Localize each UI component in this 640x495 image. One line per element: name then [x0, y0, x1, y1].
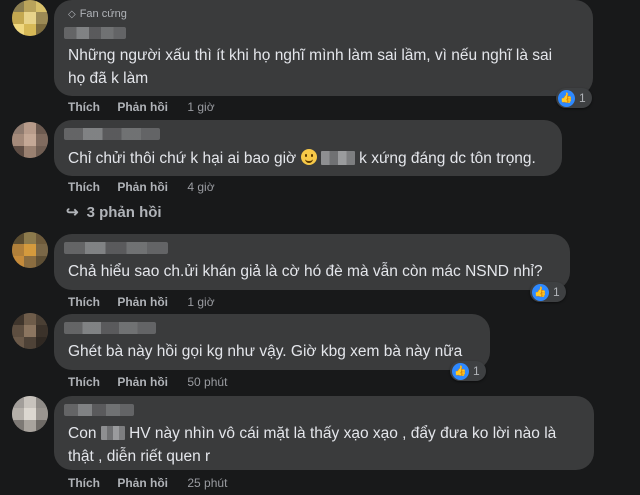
diamond-icon: ◇: [68, 8, 76, 20]
avatar[interactable]: [12, 313, 48, 349]
reaction-count[interactable]: 👍 1: [450, 361, 486, 381]
reply-button[interactable]: Phản hồi: [117, 476, 168, 490]
comment-bubble: ◇ Fan cứng Những người xấu thì ít khi họ…: [54, 0, 593, 96]
comment-text: Con HV này nhìn vô cái mặt là thấy xạo x…: [68, 425, 557, 465]
censored-name: [100, 426, 125, 440]
reaction-count[interactable]: 👍 1: [556, 88, 592, 108]
comment-actions: Thích Phản hồi 50 phút: [68, 375, 241, 389]
timestamp[interactable]: 4 giờ: [187, 180, 214, 194]
like-icon: 👍: [452, 362, 469, 380]
comment-text: Ghét bà này hồi gọi kg như vậy. Giờ kbg …: [68, 343, 463, 360]
reply-button[interactable]: Phản hồi: [117, 375, 168, 389]
avatar[interactable]: [12, 122, 48, 158]
comment-actions: Thích Phản hồi 1 giờ: [68, 295, 229, 309]
timestamp[interactable]: 1 giờ: [187, 295, 214, 309]
smile-emoji-icon: [300, 149, 317, 165]
avatar[interactable]: [12, 232, 48, 268]
reply-arrow-icon: ↪: [66, 204, 79, 221]
author-name[interactable]: [64, 322, 156, 334]
comment-bubble: Chả hiểu sao ch.ửi khán giả là cờ hó đè …: [54, 234, 570, 290]
comment-actions: Thích Phản hồi 25 phút: [68, 476, 241, 490]
censored-name: [320, 151, 355, 165]
view-replies-link[interactable]: ↪ 3 phản hồi: [66, 203, 162, 222]
comment-text: Chả hiểu sao ch.ửi khán giả là cờ hó đè …: [68, 263, 543, 280]
comment-text: Những người xấu thì ít khi họ nghĩ mình …: [68, 47, 553, 87]
author-name[interactable]: [64, 404, 134, 416]
badge-label: Fan cứng: [79, 8, 127, 20]
like-button[interactable]: Thích: [68, 180, 100, 194]
like-button[interactable]: Thích: [68, 100, 100, 114]
comment-actions: Thích Phản hồi 4 giờ: [68, 180, 229, 194]
avatar[interactable]: [12, 0, 48, 36]
fan-badge: ◇ Fan cứng: [68, 8, 127, 20]
author-name[interactable]: [64, 128, 160, 140]
comment-actions: Thích Phản hồi 1 giờ: [68, 100, 229, 114]
reply-button[interactable]: Phản hồi: [117, 100, 168, 114]
reply-button[interactable]: Phản hồi: [117, 295, 168, 309]
like-button[interactable]: Thích: [68, 476, 100, 490]
avatar[interactable]: [12, 396, 48, 432]
like-button[interactable]: Thích: [68, 295, 100, 309]
like-icon: 👍: [532, 283, 549, 301]
reaction-count[interactable]: 👍 1: [530, 282, 566, 302]
reply-button[interactable]: Phản hồi: [117, 180, 168, 194]
timestamp[interactable]: 50 phút: [187, 375, 227, 389]
like-icon: 👍: [558, 89, 575, 107]
author-name[interactable]: [64, 27, 126, 39]
timestamp[interactable]: 1 giờ: [187, 100, 214, 114]
comment-bubble: Chỉ chửi thôi chứ k hại ai bao giờ k xứn…: [54, 120, 562, 176]
comment-text: Chỉ chửi thôi chứ k hại ai bao giờ k xứn…: [68, 149, 536, 167]
timestamp[interactable]: 25 phút: [187, 476, 227, 490]
comment-bubble: Ghét bà này hồi gọi kg như vậy. Giờ kbg …: [54, 314, 490, 370]
author-name[interactable]: [64, 242, 168, 254]
like-button[interactable]: Thích: [68, 375, 100, 389]
comment-bubble: Con HV này nhìn vô cái mặt là thấy xạo x…: [54, 396, 594, 470]
